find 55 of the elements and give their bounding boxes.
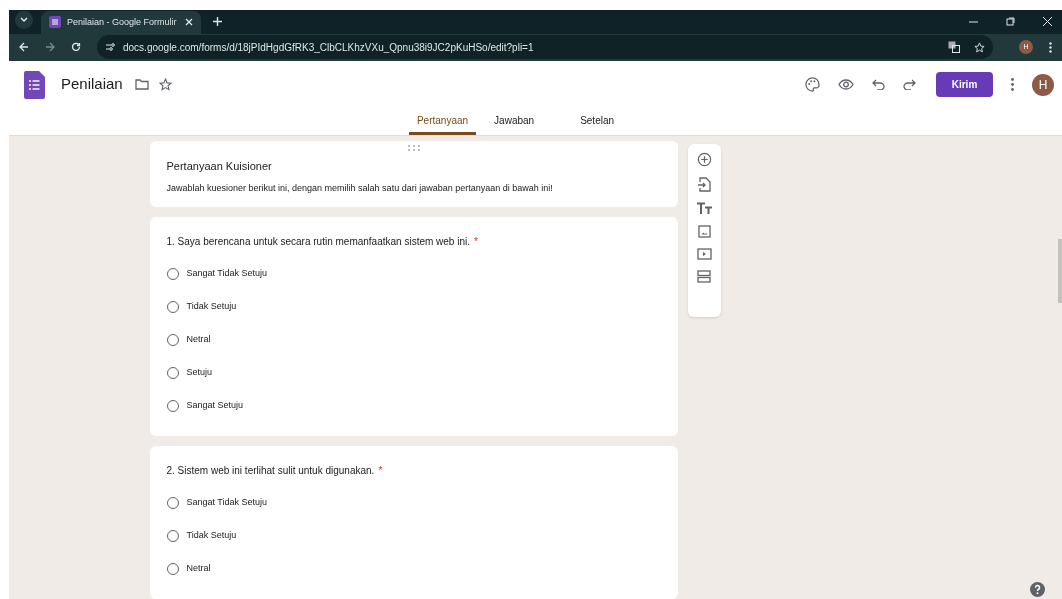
forward-arrow-icon[interactable] bbox=[45, 42, 55, 53]
form-tab[interactable]: Jawaban bbox=[486, 108, 543, 135]
option-label: Sangat Tidak Setuju bbox=[186, 266, 268, 280]
form-title[interactable]: Pertanyaan Kuisioner bbox=[166, 158, 661, 175]
undo-icon[interactable] bbox=[872, 79, 885, 90]
option-label: Sangat Setuju bbox=[186, 398, 244, 412]
more-options-icon[interactable] bbox=[1011, 78, 1014, 91]
form-tab[interactable]: Pertanyaan bbox=[408, 108, 477, 135]
translate-icon[interactable] bbox=[948, 41, 960, 54]
url-text: docs.google.com/forms/d/18jPIdHgdGfRK3_ClbCLKhzVXu_Qpnu38i9JC2pKuHSo/edit?pli=1 bbox=[123, 40, 535, 55]
help-icon[interactable] bbox=[1030, 582, 1045, 597]
option-label: Tidak Setuju bbox=[186, 528, 237, 542]
option-label: Tidak Setuju bbox=[186, 299, 237, 313]
restore-icon[interactable] bbox=[1006, 16, 1015, 26]
video-icon[interactable] bbox=[696, 248, 712, 260]
question-text[interactable]: 1. Saya berencana untuk secara rutin memanfaatkan sistem web ini. bbox=[166, 234, 470, 249]
image-icon[interactable] bbox=[697, 225, 711, 238]
drag-handle-icon[interactable] bbox=[407, 145, 420, 151]
tab-list-button[interactable] bbox=[15, 10, 33, 29]
forms-icon bbox=[49, 16, 61, 29]
forms-logo-icon[interactable] bbox=[24, 70, 45, 99]
redo-icon[interactable] bbox=[903, 79, 916, 90]
required-asterisk: * bbox=[378, 464, 383, 478]
option-label: Sangat Tidak Setuju bbox=[186, 495, 268, 509]
option-label: Netral bbox=[186, 561, 211, 575]
form-name[interactable]: Penilaian bbox=[61, 73, 123, 96]
browser-menu-icon[interactable] bbox=[1049, 41, 1052, 53]
new-tab-icon[interactable] bbox=[213, 16, 222, 26]
folder-icon[interactable] bbox=[134, 79, 149, 90]
chevron-down-icon bbox=[20, 16, 28, 23]
send-button[interactable]: Kirim bbox=[936, 72, 993, 97]
scrollbar-thumb[interactable] bbox=[1058, 239, 1062, 303]
site-settings-icon[interactable] bbox=[105, 42, 115, 53]
option-label: Netral bbox=[186, 332, 211, 346]
tab-title: Penilaian - Google Formulir bbox=[67, 15, 178, 29]
account-avatar[interactable]: H bbox=[1032, 73, 1054, 96]
address-bar[interactable]: docs.google.com/forms/d/18jPIdHgdGfRK3_ClbCLKhzVXu_Qpnu38i9JC2pKuHSo/edit?pli=1 bbox=[97, 35, 993, 60]
option-label: Setuju bbox=[186, 365, 213, 379]
add-circle-icon[interactable] bbox=[696, 152, 712, 167]
close-icon[interactable] bbox=[185, 18, 193, 27]
form-tab[interactable]: Setelan bbox=[572, 108, 623, 135]
star-icon[interactable] bbox=[158, 78, 172, 91]
bookmark-star-icon[interactable] bbox=[974, 41, 985, 53]
required-asterisk: * bbox=[474, 235, 478, 249]
reload-icon[interactable] bbox=[71, 42, 81, 53]
title-text-icon[interactable] bbox=[696, 202, 712, 215]
close-window-icon[interactable] bbox=[1043, 16, 1052, 26]
back-arrow-icon[interactable] bbox=[19, 42, 29, 53]
question-text[interactable]: 2. Sistem web ini terlihat sulit untuk digunakan. bbox=[166, 463, 375, 478]
browser-tab[interactable]: Penilaian - Google Formulir bbox=[41, 10, 201, 34]
palette-icon[interactable] bbox=[805, 77, 820, 92]
eye-icon[interactable] bbox=[838, 79, 854, 90]
section-icon[interactable] bbox=[697, 270, 711, 283]
import-icon[interactable] bbox=[697, 177, 711, 192]
form-description[interactable]: Jawablah kuesioner berikut ini, dengan memilih salah satu dari jawaban pertanyaan di bawah ini! bbox=[166, 181, 661, 195]
